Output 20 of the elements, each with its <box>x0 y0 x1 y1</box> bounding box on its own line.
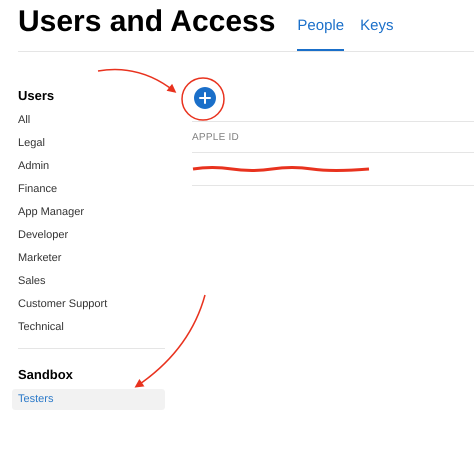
sidebar-item[interactable]: Legal <box>12 133 175 154</box>
sidebar-item[interactable]: App Manager <box>12 202 175 223</box>
sidebar-item[interactable]: Developer <box>12 225 175 246</box>
sidebar-item[interactable]: Technical <box>12 317 175 338</box>
tab[interactable]: People <box>297 14 344 51</box>
tab[interactable]: Keys <box>360 14 394 51</box>
sidebar-item[interactable]: Marketer <box>12 248 175 269</box>
plus-icon <box>199 92 211 104</box>
sidebar-item[interactable]: All <box>12 110 175 131</box>
highlight-circle <box>181 77 225 121</box>
section-heading: Sandbox <box>18 366 74 383</box>
column-header: APPLE ID <box>192 122 474 153</box>
sidebar-item[interactable]: Finance <box>12 179 175 200</box>
page-title: Users and Access <box>18 7 276 37</box>
sidebar-item[interactable]: Admin <box>12 156 175 177</box>
sidebar-item[interactable]: Customer Support <box>12 294 175 315</box>
section-heading: Users <box>17 87 56 104</box>
add-button[interactable] <box>194 87 216 109</box>
sidebar-item[interactable]: Testers <box>12 389 165 410</box>
sidebar-item[interactable]: Sales <box>12 271 175 292</box>
